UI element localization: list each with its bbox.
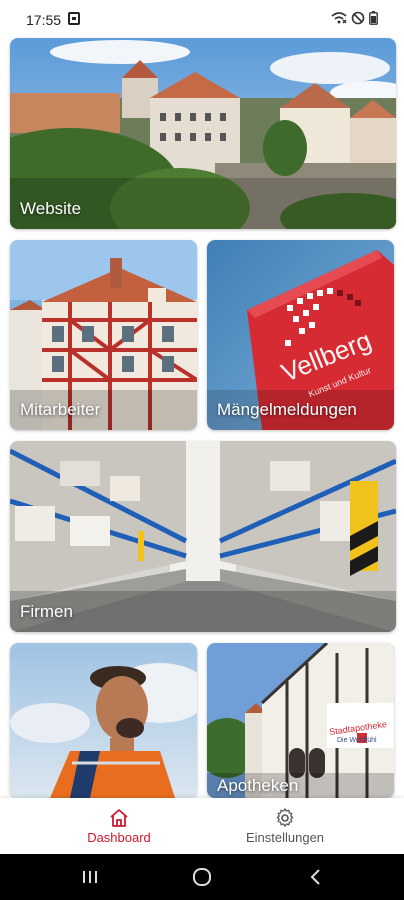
card-firmen[interactable]: Firmen: [10, 441, 396, 632]
status-bar: 17:55: [0, 0, 404, 38]
card-label-firmen: Firmen: [20, 602, 73, 621]
card-apotheken[interactable]: Stadtapotheke Die Wohlfühl Apotheken: [207, 643, 394, 798]
notification-icon: [68, 12, 80, 25]
gear-icon: [276, 807, 294, 827]
back-button[interactable]: [286, 854, 346, 900]
system-nav-bar: [0, 854, 404, 900]
person-image: [10, 643, 197, 798]
card-label-mitarbeiter: Mitarbeiter: [20, 400, 101, 419]
do-not-disturb-icon: [351, 11, 365, 25]
card-label-website: Website: [20, 199, 82, 218]
card-maengelmeldungen[interactable]: Vellberg Kunst und Kultur Mängelmeldunge…: [207, 240, 394, 430]
card-person[interactable]: [10, 643, 197, 798]
recent-apps-button[interactable]: [60, 854, 120, 900]
card-website[interactable]: Website: [10, 38, 396, 229]
wifi-off-icon: [331, 12, 347, 24]
bottom-nav: Dashboard Einstellungen: [0, 798, 404, 854]
status-time: 17:55: [26, 12, 62, 28]
card-label-maengelmeldungen: Mängelmeldungen: [217, 400, 357, 419]
back-icon: [310, 869, 320, 885]
shop-sign-sub: Die Wohlfühl: [337, 737, 377, 744]
tab-einstellungen-label: Einstellungen: [245, 829, 325, 845]
tab-dashboard-label: Dashboard: [87, 829, 151, 845]
home-icon: [110, 808, 128, 827]
apotheken-image: [207, 643, 394, 798]
status-icons: [331, 11, 378, 25]
home-button[interactable]: [172, 854, 232, 900]
home-circle-icon: [193, 868, 211, 886]
battery-icon: [369, 11, 378, 25]
card-mitarbeiter[interactable]: Mitarbeiter: [10, 240, 197, 430]
recent-apps-icon: [83, 871, 97, 883]
card-label-apotheken: Apotheken: [217, 776, 299, 795]
tab-einstellungen[interactable]: Einstellungen: [184, 798, 386, 854]
